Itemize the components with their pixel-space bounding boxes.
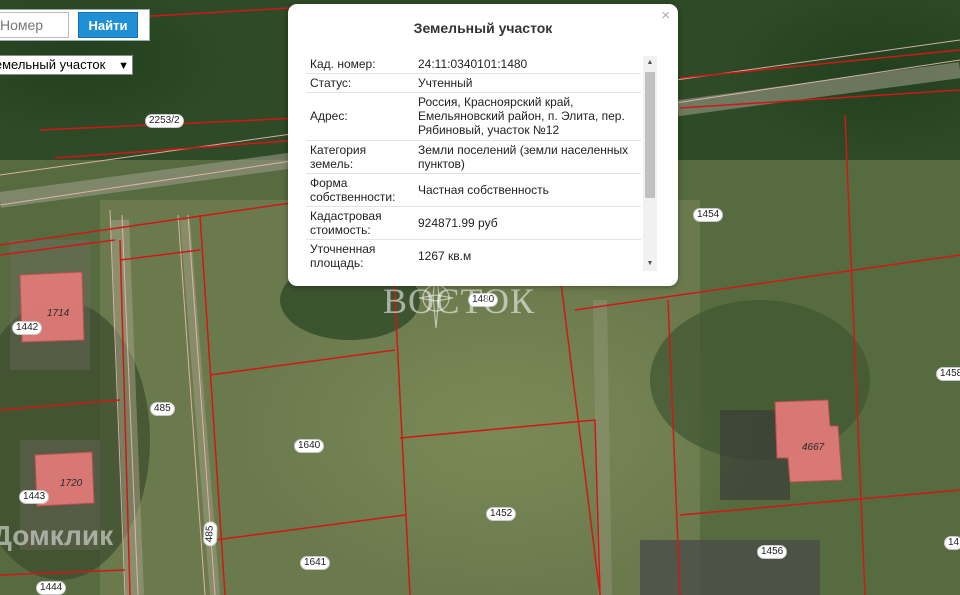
plot-label[interactable]: 1452 <box>486 507 517 521</box>
layer-select[interactable]: Земельный участок ▼ <box>0 55 133 75</box>
info-label: Статус: <box>306 73 414 93</box>
plot-label[interactable]: 14 <box>944 536 960 550</box>
info-row-ownership: Форма собственности: Частная собственнос… <box>306 173 641 207</box>
info-value: Учтенный <box>414 73 641 93</box>
building-label: 4667 <box>802 442 825 453</box>
info-value: 1267 кв.м <box>414 239 641 271</box>
info-row-cadastral-value: Кадастровая стоимость: 924871.99 руб <box>306 206 641 240</box>
info-label: Форма собственности: <box>306 173 414 207</box>
plot-label[interactable]: 1454 <box>693 208 724 222</box>
scroll-thumb[interactable] <box>645 72 655 198</box>
popup-body[interactable]: Кад. номер: 24:11:0340101:1480 Статус: У… <box>306 56 657 271</box>
info-label: Уточненная площадь: <box>306 239 414 271</box>
plot-label[interactable]: 1641 <box>300 556 331 570</box>
plot-label[interactable]: 485 <box>202 521 218 547</box>
info-value: 924871.99 руб <box>414 206 641 240</box>
plot-label[interactable]: 1442 <box>12 321 43 335</box>
plot-label[interactable]: 1444 <box>36 581 67 595</box>
info-label: Кадастровая стоимость: <box>306 206 414 240</box>
plot-label[interactable]: 1458 <box>936 367 960 381</box>
plot-label[interactable]: 2253/2 <box>145 114 184 128</box>
layer-select-value: Земельный участок <box>0 57 106 72</box>
building-label: 1714 <box>47 308 70 319</box>
popup-scrollbar[interactable]: ▲ ▼ <box>643 56 657 271</box>
plot-label[interactable]: 1640 <box>294 439 325 453</box>
info-row-status: Статус: Учтенный <box>306 73 641 93</box>
info-value: Земли поселений (земли населенных пункто… <box>414 140 641 174</box>
info-row-area: Уточненная площадь: 1267 кв.м <box>306 239 641 271</box>
parcel-info-table: Кад. номер: 24:11:0340101:1480 Статус: У… <box>306 56 641 271</box>
popup-title: Земельный участок <box>413 20 553 36</box>
info-value: Частная собственность <box>414 173 641 207</box>
info-value: 24:11:0340101:1480 <box>414 56 641 74</box>
plot-label[interactable]: 1456 <box>757 545 788 559</box>
scroll-up-icon[interactable]: ▲ <box>643 56 657 70</box>
info-label: Адрес: <box>306 92 414 141</box>
brand-watermark: ВОСТОК <box>383 281 535 321</box>
info-row-cadastral-number: Кад. номер: 24:11:0340101:1480 <box>306 56 641 74</box>
domclick-watermark: Домклик <box>0 520 114 551</box>
chevron-down-icon: ▼ <box>118 60 129 72</box>
search-panel: Найти <box>0 9 150 41</box>
info-label: Категория земель: <box>306 140 414 174</box>
plot-label[interactable]: 1443 <box>19 490 50 504</box>
scroll-down-icon[interactable]: ▼ <box>643 257 657 271</box>
search-button[interactable]: Найти <box>78 12 138 38</box>
info-row-land-category: Категория земель: Земли поселений (земли… <box>306 140 641 174</box>
building-label: 1720 <box>60 478 83 489</box>
info-row-address: Адрес: Россия, Красноярский край, Емелья… <box>306 92 641 141</box>
info-label: Кад. номер: <box>306 56 414 74</box>
plot-label[interactable]: 485 <box>150 402 175 416</box>
cadastral-number-input[interactable] <box>0 12 69 38</box>
parcel-info-popup: × Земельный участок Кад. номер: 24:11:03… <box>288 4 678 286</box>
info-value: Россия, Красноярский край, Емельяновский… <box>414 92 641 141</box>
